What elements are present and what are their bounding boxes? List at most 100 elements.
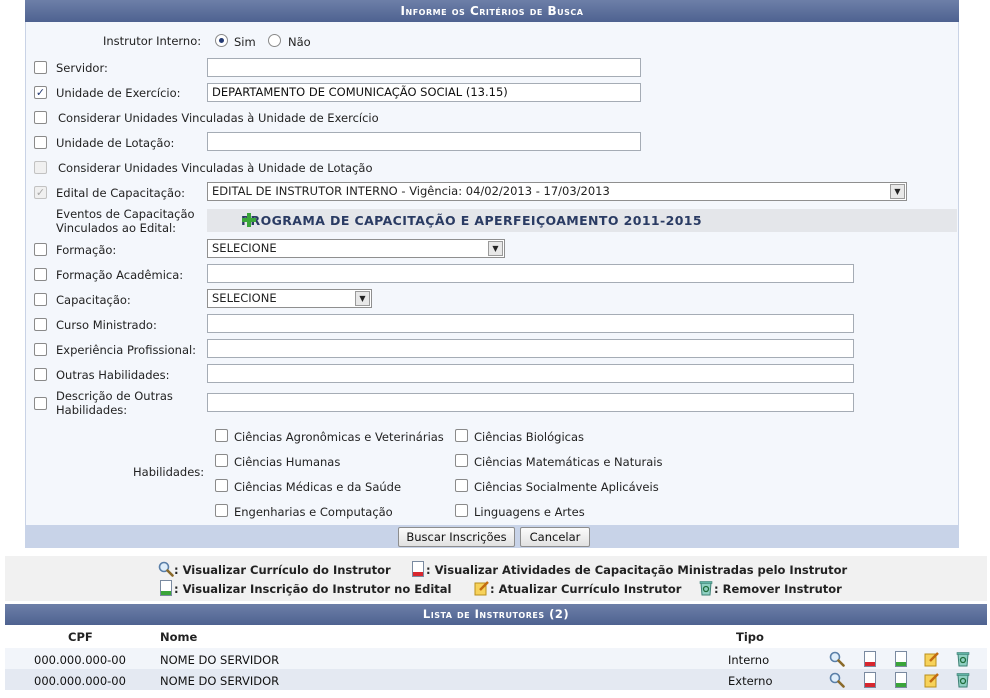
curso-ministrado-checkbox[interactable]	[34, 318, 47, 331]
servidor-input[interactable]	[207, 58, 641, 77]
edit-pencil-icon[interactable]	[924, 672, 940, 688]
document-green-icon[interactable]	[893, 672, 909, 688]
recycle-bin-icon[interactable]	[955, 651, 971, 667]
habilidade-checkbox-engenharias[interactable]	[215, 504, 228, 517]
formacao-academica-checkbox[interactable]	[34, 268, 47, 281]
capacitacao-label: Capacitação:	[56, 293, 131, 307]
edital-select[interactable]: EDITAL DE INSTRUTOR INTERNO - Vigência: …	[207, 182, 907, 201]
chevron-down-icon: ▼	[355, 291, 370, 306]
plus-icon[interactable]	[242, 213, 256, 227]
radio-nao[interactable]	[268, 34, 281, 47]
row-nome: NOME DO SERVIDOR	[160, 653, 280, 667]
eventos-label-line2: Vinculados ao Edital:	[56, 221, 177, 235]
capacitacao-select-value: SELECIONE	[212, 291, 277, 305]
edital-select-value: EDITAL DE INSTRUTOR INTERNO - Vigência: …	[212, 184, 610, 198]
program-title: PROGRAMA DE CAPACITAÇÃO E APERFEIÇOAMENT…	[241, 213, 702, 228]
column-nome: Nome	[160, 630, 198, 644]
column-tipo: Tipo	[736, 630, 764, 644]
habilidade-label-sociais: Ciências Socialmente Aplicáveis	[474, 480, 659, 494]
habilidades-label: Habilidades:	[133, 465, 205, 479]
considerar-exercicio-checkbox[interactable]	[34, 111, 47, 124]
recycle-bin-icon[interactable]	[955, 672, 971, 688]
formacao-select-value: SELECIONE	[212, 241, 277, 255]
considerar-lotacao-checkbox[interactable]	[34, 161, 47, 174]
magnifier-icon[interactable]	[829, 651, 845, 667]
magnifier-icon[interactable]	[829, 672, 845, 688]
outras-habilidades-checkbox[interactable]	[34, 368, 47, 381]
habilidade-label-engenharias: Engenharias e Computação	[234, 505, 393, 519]
habilidade-checkbox-biologicas[interactable]	[455, 429, 468, 442]
experiencia-label: Experiência Profissional:	[56, 343, 197, 357]
capacitacao-select[interactable]: SELECIONE ▼	[207, 289, 372, 308]
row-tipo: Externo	[728, 674, 773, 688]
magnifier-icon	[158, 561, 174, 577]
descricao-outras-label-line1: Descrição de Outras	[56, 389, 173, 403]
row-tipo: Interno	[728, 653, 770, 667]
habilidade-checkbox-linguagens[interactable]	[455, 504, 468, 517]
outras-habilidades-label: Outras Habilidades:	[56, 368, 170, 382]
formacao-select[interactable]: SELECIONE ▼	[207, 239, 505, 258]
habilidade-checkbox-agronomicas[interactable]	[215, 429, 228, 442]
habilidade-label-medicas: Ciências Médicas e da Saúde	[234, 480, 402, 494]
formacao-checkbox[interactable]	[34, 243, 47, 256]
edit-pencil-icon	[474, 581, 489, 596]
habilidade-checkbox-humanas[interactable]	[215, 454, 228, 467]
edit-pencil-icon[interactable]	[924, 651, 940, 667]
habilidade-checkbox-medicas[interactable]	[215, 479, 228, 492]
column-cpf: CPF	[68, 630, 93, 644]
legend-view-curriculum: : Visualizar Currículo do Instrutor	[174, 563, 391, 577]
habilidade-checkbox-matematicas[interactable]	[455, 454, 468, 467]
unidade-lotacao-input[interactable]	[207, 132, 641, 151]
radio-sim[interactable]	[215, 34, 228, 47]
descricao-outras-input[interactable]	[207, 393, 854, 412]
document-red-icon[interactable]	[862, 651, 878, 667]
document-green-icon	[160, 580, 172, 596]
document-red-icon	[412, 561, 424, 577]
chevron-down-icon: ▼	[890, 184, 905, 199]
list-title: Lista de Instrutores (2)	[5, 604, 987, 625]
unidade-lotacao-checkbox[interactable]	[34, 136, 47, 149]
legend-remove-instructor: : Remover Instrutor	[714, 582, 842, 596]
experiencia-input[interactable]	[207, 339, 854, 358]
curso-ministrado-label: Curso Ministrado:	[56, 318, 157, 332]
unidade-lotacao-label: Unidade de Lotação:	[56, 136, 175, 150]
edital-checkbox[interactable]	[34, 186, 47, 199]
formacao-academica-label: Formação Acadêmica:	[56, 268, 184, 282]
unidade-exercicio-input[interactable]: DEPARTAMENTO DE COMUNICAÇÃO SOCIAL (13.1…	[207, 83, 641, 102]
habilidade-label-humanas: Ciências Humanas	[234, 455, 341, 469]
outras-habilidades-input[interactable]	[207, 364, 854, 383]
habilidade-label-agronomicas: Ciências Agronômicas e Veterinárias	[234, 430, 444, 444]
radio-sim-label: Sim	[234, 35, 256, 49]
recycle-bin-icon	[699, 581, 713, 596]
experiencia-checkbox[interactable]	[34, 343, 47, 356]
legend-view-registration: : Visualizar Inscrição do Instrutor no E…	[174, 582, 452, 596]
considerar-exercicio-label: Considerar Unidades Vinculadas à Unidade…	[58, 111, 379, 125]
form-title: Informe os Critérios de Busca	[25, 0, 959, 22]
row-nome: NOME DO SERVIDOR	[160, 674, 280, 688]
servidor-checkbox[interactable]	[34, 61, 47, 74]
formacao-label: Formação:	[56, 243, 117, 257]
habilidade-checkbox-sociais[interactable]	[455, 479, 468, 492]
legend-view-activities: : Visualizar Atividades de Capacitação M…	[426, 563, 848, 577]
document-red-icon[interactable]	[862, 672, 878, 688]
curso-ministrado-input[interactable]	[207, 314, 854, 333]
unidade-exercicio-checkbox[interactable]	[34, 86, 47, 99]
radio-nao-label: Não	[288, 35, 311, 49]
legend-update-curriculum: : Atualizar Currículo Instrutor	[490, 582, 682, 596]
capacitacao-checkbox[interactable]	[34, 293, 47, 306]
edital-label: Edital de Capacitação:	[56, 186, 185, 200]
row-cpf: 000.000.000-00	[34, 653, 126, 667]
considerar-lotacao-label: Considerar Unidades Vinculadas à Unidade…	[58, 161, 373, 175]
cancel-button[interactable]: Cancelar	[520, 527, 590, 547]
document-green-icon[interactable]	[893, 651, 909, 667]
instrutor-interno-label: Instrutor Interno:	[103, 34, 202, 48]
descricao-outras-label-line2: Habilidades:	[56, 403, 128, 417]
formacao-academica-input[interactable]	[207, 264, 854, 283]
program-link[interactable]: PROGRAMA DE CAPACITAÇÃO E APERFEIÇOAMENT…	[207, 209, 957, 232]
row-cpf: 000.000.000-00	[34, 674, 126, 688]
eventos-label-line1: Eventos de Capacitação	[56, 207, 195, 221]
descricao-outras-checkbox[interactable]	[34, 397, 47, 410]
habilidade-label-linguagens: Linguagens e Artes	[474, 505, 585, 519]
search-button[interactable]: Buscar Inscrições	[398, 527, 515, 547]
habilidade-label-matematicas: Ciências Matemáticas e Naturais	[474, 455, 663, 469]
